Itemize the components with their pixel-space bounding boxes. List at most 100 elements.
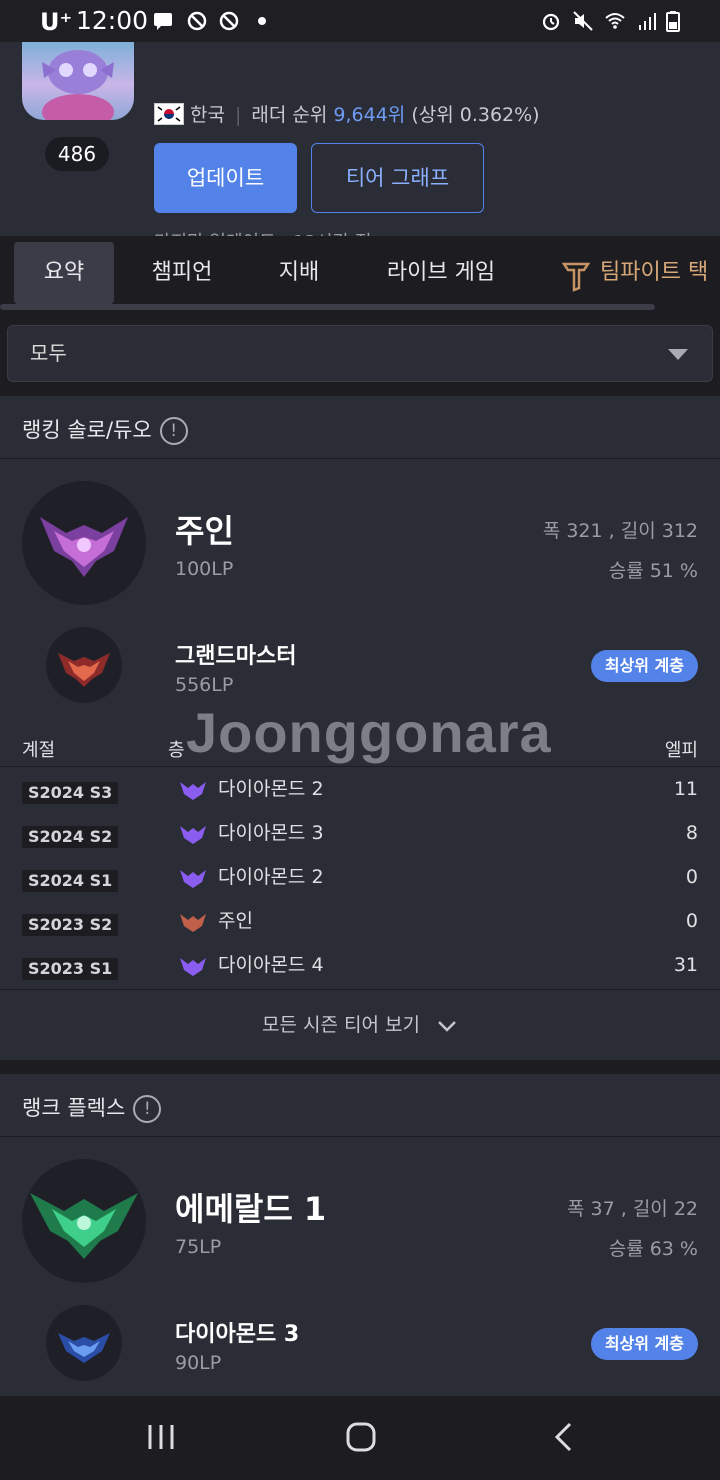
- alarm-icon: [542, 13, 560, 31]
- queue-filter-value: 모두: [30, 341, 67, 365]
- info-icon[interactable]: !: [159, 417, 188, 445]
- solo-rank-title: 랭킹 솔로/듀오: [22, 418, 152, 442]
- carrier-label: U⁺: [40, 8, 73, 36]
- table-row: S2023 S1 다이아몬드 4 31: [0, 944, 720, 988]
- grandmaster-icon: [58, 653, 110, 687]
- season-lp: 0: [685, 866, 698, 888]
- tab-summary[interactable]: 요약: [14, 242, 114, 304]
- peak-tier: 그랜드마스터: [175, 644, 297, 669]
- see-all-label: 모든 시즌 티어 보기: [261, 1014, 420, 1036]
- dot-icon: [258, 17, 266, 25]
- clock: 12:00: [76, 6, 149, 35]
- column-lp: 엘피: [664, 740, 698, 761]
- tier-graph-button[interactable]: 티어 그래프: [311, 143, 484, 213]
- win-rate: 승률 63 %: [608, 1238, 698, 1260]
- current-lp: 75LP: [175, 1236, 222, 1258]
- divider: [0, 1136, 720, 1137]
- diamond-icon: [180, 826, 206, 844]
- flex-rank-title: 랭크 플렉스: [22, 1096, 126, 1120]
- avatar-image: [42, 50, 114, 120]
- table-row: S2024 S2 다이아몬드 3 8: [0, 812, 720, 856]
- system-nav-bar: [0, 1396, 720, 1480]
- recent-apps-icon[interactable]: [146, 1422, 176, 1452]
- win-loss-record: 폭 321 , 길이 312: [542, 520, 698, 542]
- tab-tft[interactable]: 팀파이트 택: [600, 242, 720, 304]
- emerald-emblem: [22, 1159, 146, 1283]
- table-row: S2024 S3 다이아몬드 2 11: [0, 768, 720, 812]
- column-season: 계절: [22, 740, 56, 761]
- season-badge: S2024 S2: [22, 826, 119, 848]
- signal-icon: [639, 13, 656, 30]
- update-button[interactable]: 업데이트: [154, 143, 297, 213]
- flex-rank-card: 랭크 플렉스! 에메랄드 1 75LP 폭 37 , 길이 22 승률 63 %…: [0, 1074, 720, 1396]
- season-tier: 다이아몬드 4: [218, 954, 324, 976]
- ladder-percent: (상위 0.362%): [411, 104, 540, 126]
- message-icon: [154, 13, 172, 30]
- queue-filter-select[interactable]: 모두: [7, 325, 713, 382]
- avatar[interactable]: [22, 42, 134, 120]
- tab-bar: 요약 챔피언 지배 라이브 게임 팀파이트 택: [0, 236, 720, 312]
- grandmaster-emblem: [46, 627, 122, 703]
- see-all-seasons-button[interactable]: 모든 시즌 티어 보기: [0, 990, 720, 1060]
- mute-icon: [573, 11, 593, 31]
- profile-header: 486 한국 | 래더 순위 9,644위 (상위 0.362%) 업데이트 티어 …: [0, 42, 720, 253]
- divider: [0, 766, 720, 767]
- master-icon: [180, 914, 206, 932]
- season-tier: 다이아몬드 2: [218, 866, 324, 888]
- peak-lp: 556LP: [175, 674, 234, 696]
- flex-rank-header: 랭크 플렉스!: [22, 1092, 162, 1123]
- current-tier: 에메랄드 1: [175, 1190, 327, 1228]
- tft-icon: [561, 262, 591, 292]
- tab-scrollbar[interactable]: [0, 304, 655, 310]
- status-bar: U⁺ 12:00: [0, 0, 720, 42]
- korea-flag-icon: [154, 103, 184, 125]
- home-icon[interactable]: [345, 1421, 377, 1453]
- emerald-icon: [30, 1193, 138, 1259]
- blocked-icon: [187, 11, 207, 31]
- tab-mastery[interactable]: 지배: [258, 242, 340, 304]
- battery-icon: [666, 11, 680, 32]
- season-lp: 31: [673, 954, 698, 976]
- peak-lp: 90LP: [175, 1352, 222, 1374]
- season-tier: 다이아몬드 3: [218, 822, 324, 844]
- divider: [0, 458, 720, 459]
- info-icon[interactable]: !: [133, 1095, 162, 1123]
- win-rate: 승률 51 %: [608, 560, 698, 582]
- season-badge: S2023 S1: [22, 958, 119, 980]
- chevron-down-icon: [668, 349, 688, 360]
- season-tier: 다이아몬드 2: [218, 778, 324, 800]
- current-lp: 100LP: [175, 558, 234, 580]
- table-row: S2024 S1 다이아몬드 2 0: [0, 856, 720, 900]
- season-lp: 0: [685, 910, 698, 932]
- diamond-icon: [58, 1333, 110, 1363]
- back-icon[interactable]: [552, 1421, 576, 1453]
- master-icon: [40, 517, 128, 577]
- win-loss-record: 폭 37 , 길이 22: [567, 1198, 698, 1220]
- ladder-rank[interactable]: 9,644위: [333, 104, 405, 126]
- ladder-label: 래더 순위: [251, 104, 328, 126]
- peak-badge: 최상위 계층: [590, 650, 698, 682]
- summoner-level: 486: [45, 137, 109, 171]
- diamond-emblem: [46, 1305, 122, 1381]
- diamond-icon: [180, 782, 206, 800]
- season-lp: 11: [673, 778, 698, 800]
- table-row: S2023 S2 주인 0: [0, 900, 720, 944]
- peak-tier: 다이아몬드 3: [175, 1322, 300, 1347]
- peak-badge: 최상위 계층: [590, 1328, 698, 1360]
- tab-champions[interactable]: 챔피언: [132, 242, 232, 304]
- wifi-icon: [605, 13, 625, 29]
- tab-live-game[interactable]: 라이브 게임: [372, 242, 510, 304]
- current-tier: 주인: [175, 512, 234, 550]
- column-tier: 층: [168, 740, 185, 761]
- season-badge: S2024 S3: [22, 782, 119, 804]
- solo-rank-header: 랭킹 솔로/듀오!: [22, 414, 188, 445]
- master-emblem: [22, 481, 146, 605]
- season-tier: 주인: [218, 910, 253, 932]
- season-badge: S2024 S1: [22, 870, 119, 892]
- region-label: 한국: [190, 104, 225, 126]
- season-lp: 8: [685, 822, 698, 844]
- chevron-down-icon: [438, 1020, 456, 1032]
- blocked-icon: [219, 11, 239, 31]
- diamond-icon: [180, 870, 206, 888]
- season-badge: S2023 S2: [22, 914, 119, 936]
